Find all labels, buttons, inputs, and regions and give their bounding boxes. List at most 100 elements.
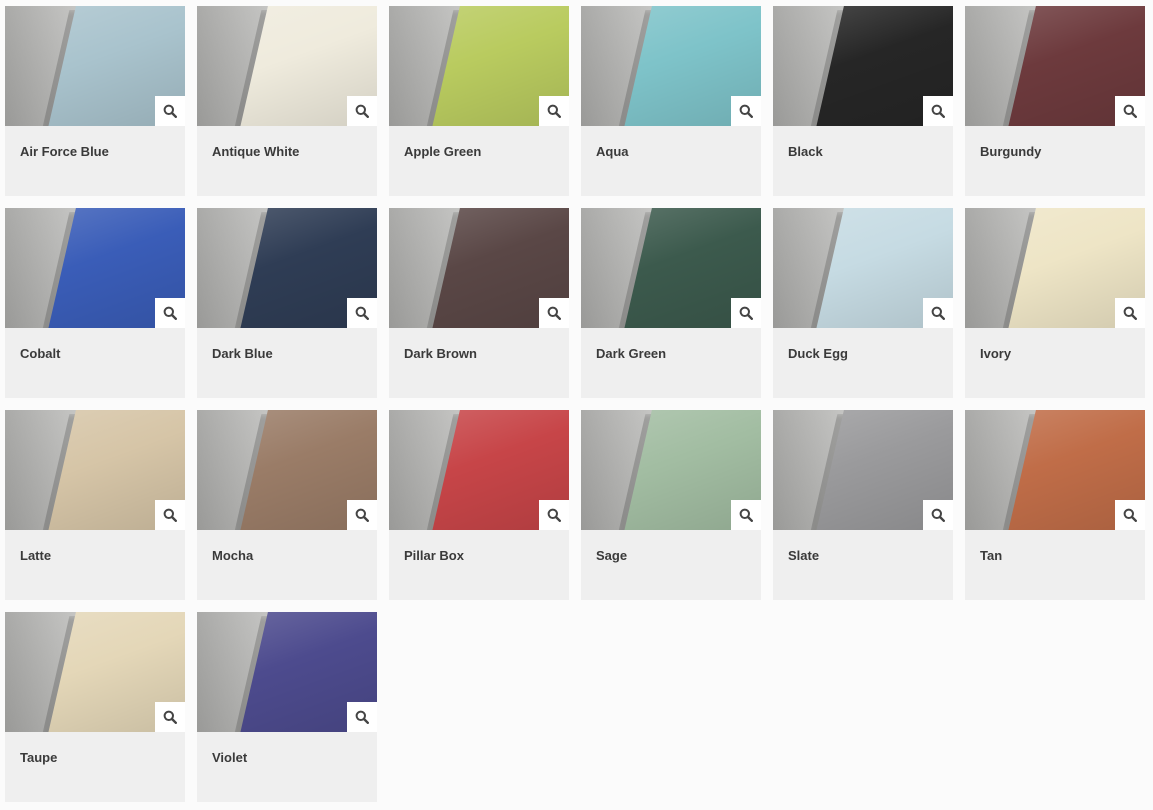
zoom-button[interactable]: [347, 298, 377, 328]
zoom-button[interactable]: [347, 702, 377, 732]
swatch-image[interactable]: [197, 208, 377, 328]
swatch-card[interactable]: Taupe: [5, 612, 185, 802]
swatch-card[interactable]: Apple Green: [389, 6, 569, 196]
swatch-card[interactable]: Cobalt: [5, 208, 185, 398]
swatch-card[interactable]: Sage: [581, 410, 761, 600]
magnifier-icon: [931, 306, 945, 320]
swatch-image[interactable]: [5, 410, 185, 530]
swatch-label: Antique White: [212, 144, 300, 159]
magnifier-icon: [931, 104, 945, 118]
swatch-card[interactable]: Mocha: [197, 410, 377, 600]
swatch-label: Duck Egg: [788, 346, 848, 361]
zoom-button[interactable]: [539, 298, 569, 328]
swatch-label: Tan: [980, 548, 1003, 563]
magnifier-icon: [355, 508, 369, 522]
swatch-image[interactable]: [5, 6, 185, 126]
zoom-button[interactable]: [539, 500, 569, 530]
magnifier-icon: [355, 104, 369, 118]
magnifier-icon: [739, 508, 753, 522]
swatch-image[interactable]: [773, 208, 953, 328]
zoom-button[interactable]: [1115, 96, 1145, 126]
magnifier-icon: [547, 104, 561, 118]
swatch-label: Latte: [20, 548, 52, 563]
swatch-image[interactable]: [965, 208, 1145, 328]
swatch-card[interactable]: Dark Blue: [197, 208, 377, 398]
magnifier-icon: [355, 710, 369, 724]
swatch-image[interactable]: [197, 6, 377, 126]
magnifier-icon: [1123, 104, 1137, 118]
zoom-button[interactable]: [731, 96, 761, 126]
swatch-image[interactable]: [389, 208, 569, 328]
magnifier-icon: [739, 306, 753, 320]
swatch-image[interactable]: [773, 6, 953, 126]
swatch-card[interactable]: Air Force Blue: [5, 6, 185, 196]
magnifier-icon: [163, 104, 177, 118]
swatch-image[interactable]: [773, 410, 953, 530]
swatch-label: Taupe: [20, 750, 58, 765]
swatch-image[interactable]: [965, 410, 1145, 530]
magnifier-icon: [163, 306, 177, 320]
swatch-grid: Air Force Blue Antique White Apple Green Aq…: [5, 6, 1145, 802]
magnifier-icon: [547, 508, 561, 522]
swatch-image[interactable]: [5, 612, 185, 732]
swatch-label: Aqua: [596, 144, 629, 159]
zoom-button[interactable]: [155, 500, 185, 530]
swatch-card[interactable]: Pillar Box: [389, 410, 569, 600]
swatch-card[interactable]: Black: [773, 6, 953, 196]
zoom-button[interactable]: [539, 96, 569, 126]
magnifier-icon: [739, 104, 753, 118]
swatch-label: Slate: [788, 548, 820, 563]
zoom-button[interactable]: [347, 500, 377, 530]
swatch-label: Mocha: [212, 548, 254, 563]
swatch-label: Sage: [596, 548, 628, 563]
swatch-card[interactable]: Duck Egg: [773, 208, 953, 398]
zoom-button[interactable]: [923, 500, 953, 530]
swatch-label: Violet: [212, 750, 248, 765]
zoom-button[interactable]: [1115, 298, 1145, 328]
swatch-label: Pillar Box: [404, 548, 464, 563]
swatch-card[interactable]: Latte: [5, 410, 185, 600]
swatch-label: Black: [788, 144, 823, 159]
zoom-button[interactable]: [155, 702, 185, 732]
swatch-image[interactable]: [5, 208, 185, 328]
magnifier-icon: [163, 508, 177, 522]
swatch-image[interactable]: [389, 6, 569, 126]
magnifier-icon: [547, 306, 561, 320]
swatch-label: Dark Green: [596, 346, 667, 361]
magnifier-icon: [355, 306, 369, 320]
swatch-label: Dark Brown: [404, 346, 477, 361]
swatch-label: Cobalt: [20, 346, 61, 361]
zoom-button[interactable]: [731, 500, 761, 530]
swatch-card[interactable]: Violet: [197, 612, 377, 802]
swatch-card[interactable]: Aqua: [581, 6, 761, 196]
swatch-card[interactable]: Antique White: [197, 6, 377, 196]
swatch-label: Air Force Blue: [20, 144, 109, 159]
zoom-button[interactable]: [155, 96, 185, 126]
zoom-button[interactable]: [155, 298, 185, 328]
swatch-card[interactable]: Dark Green: [581, 208, 761, 398]
swatch-label: Dark Blue: [212, 346, 273, 361]
swatch-card[interactable]: Dark Brown: [389, 208, 569, 398]
magnifier-icon: [163, 710, 177, 724]
swatch-image[interactable]: [197, 612, 377, 732]
zoom-button[interactable]: [923, 298, 953, 328]
zoom-button[interactable]: [347, 96, 377, 126]
swatch-image[interactable]: [581, 410, 761, 530]
swatch-label: Ivory: [980, 346, 1012, 361]
swatch-card[interactable]: Slate: [773, 410, 953, 600]
swatch-label: Apple Green: [404, 144, 482, 159]
zoom-button[interactable]: [923, 96, 953, 126]
zoom-button[interactable]: [1115, 500, 1145, 530]
swatch-image[interactable]: [581, 208, 761, 328]
magnifier-icon: [1123, 508, 1137, 522]
swatch-image[interactable]: [389, 410, 569, 530]
swatch-label: Burgundy: [980, 144, 1042, 159]
swatch-card[interactable]: Burgundy: [965, 6, 1145, 196]
swatch-image[interactable]: [581, 6, 761, 126]
swatch-card[interactable]: Ivory: [965, 208, 1145, 398]
swatch-card[interactable]: Tan: [965, 410, 1145, 600]
magnifier-icon: [931, 508, 945, 522]
swatch-image[interactable]: [197, 410, 377, 530]
swatch-image[interactable]: [965, 6, 1145, 126]
zoom-button[interactable]: [731, 298, 761, 328]
